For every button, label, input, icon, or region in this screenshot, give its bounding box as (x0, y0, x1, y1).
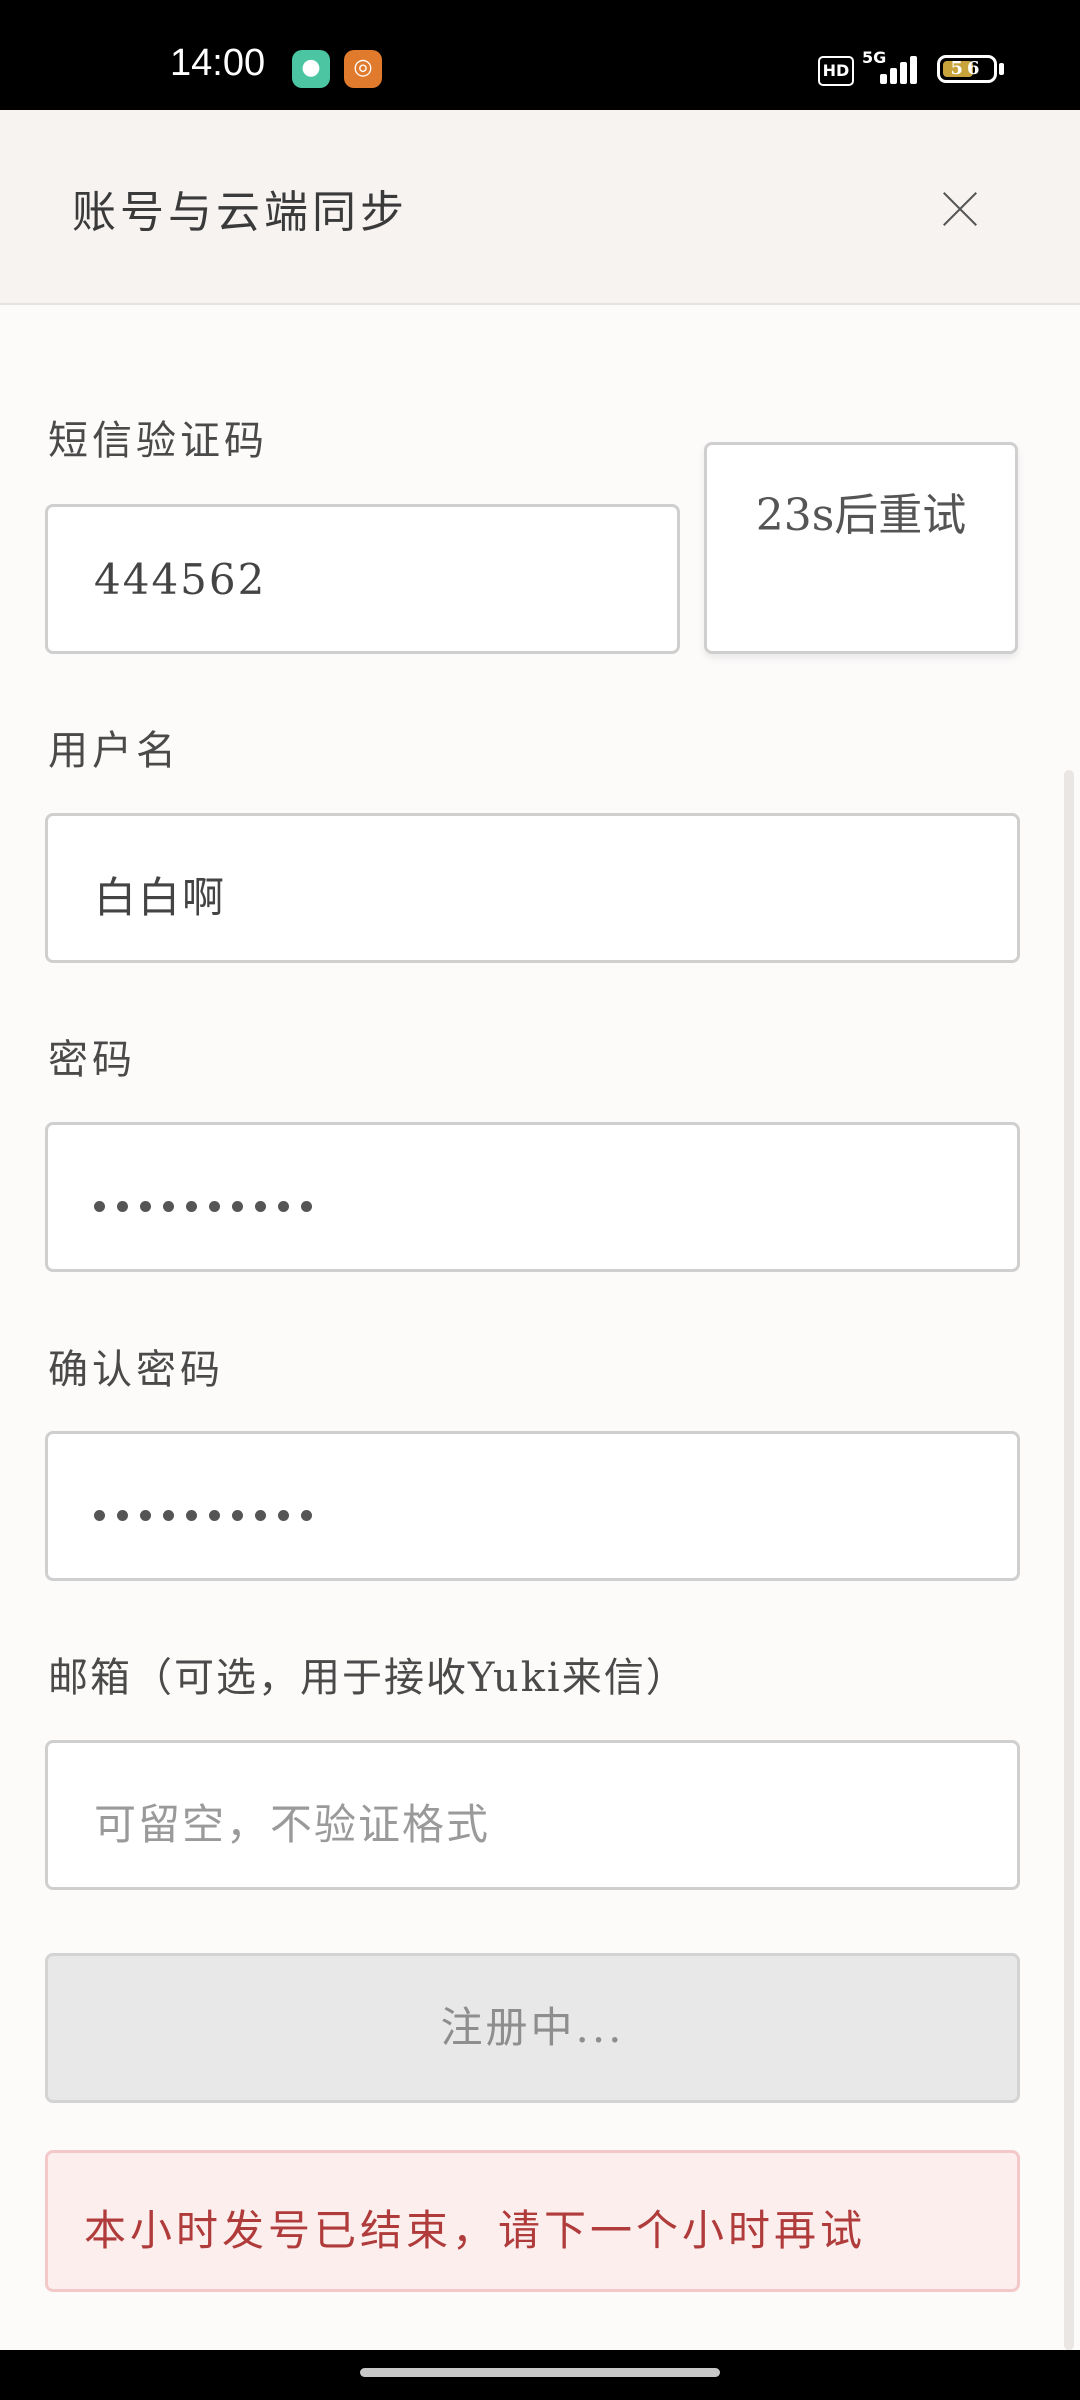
username-label: 用户名 (48, 728, 180, 774)
username-value: 白白啊 (94, 873, 227, 922)
password-mask (94, 1197, 324, 1216)
hd-icon: HD (818, 56, 854, 86)
scrollbar[interactable] (1064, 770, 1074, 2350)
home-indicator[interactable] (360, 2368, 720, 2377)
battery-tip (999, 63, 1004, 75)
close-icon[interactable] (930, 180, 990, 240)
sms-code-label: 短信验证码 (48, 418, 268, 464)
status-time: 14:00 (170, 42, 266, 84)
confirm-password-mask (94, 1506, 324, 1525)
confirm-password-label: 确认密码 (48, 1347, 224, 1393)
username-field[interactable]: 白白啊 (45, 813, 1020, 963)
sms-code-value: 444562 (94, 555, 267, 604)
password-label: 密码 (48, 1037, 136, 1083)
retry-button[interactable]: 23s后重试 (704, 442, 1018, 654)
sync-dialog: 账号与云端同步 短信验证码 444562 23s后重试 用户名 白白啊 密码 确… (0, 110, 1080, 2350)
navigation-bar (0, 2350, 1080, 2400)
dialog-header: 账号与云端同步 (0, 110, 1080, 305)
shield-app-icon: ● (292, 50, 330, 88)
battery-level: 56 (950, 58, 984, 79)
password-field[interactable] (45, 1122, 1020, 1272)
sms-code-field[interactable]: 444562 (45, 504, 680, 654)
signal-icon (880, 54, 925, 84)
battery-icon: 56 (937, 55, 997, 83)
dialog-title: 账号与云端同步 (72, 187, 408, 238)
register-button[interactable]: 注册中... (45, 1953, 1020, 2103)
target-app-icon: ◎ (344, 50, 382, 88)
error-message: 本小时发号已结束，请下一个小时再试 (45, 2150, 1020, 2292)
confirm-password-field[interactable] (45, 1431, 1020, 1581)
email-field[interactable]: 可留空，不验证格式 (45, 1740, 1020, 1890)
email-label: 邮箱（可选，用于接收Yuki来信） (48, 1655, 688, 1701)
email-placeholder: 可留空，不验证格式 (94, 1800, 491, 1849)
status-bar: 14:00 ● ◎ HD 5G 56 (0, 0, 1080, 110)
